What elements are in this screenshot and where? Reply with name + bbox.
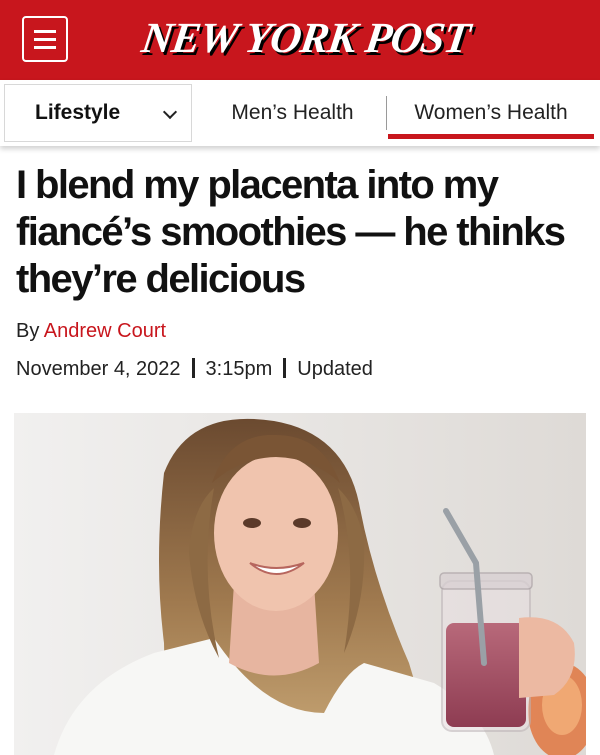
chevron-down-icon	[162, 104, 178, 120]
menu-line	[34, 37, 56, 41]
site-header: NEW YORK POST	[0, 0, 600, 80]
byline: By Andrew Court	[16, 320, 166, 343]
photo-illustration	[14, 413, 586, 755]
tab-divider	[386, 96, 387, 130]
active-tab-indicator	[388, 134, 594, 139]
site-logo[interactable]: NEW YORK POST	[139, 14, 473, 63]
tab-mens-health[interactable]: Men’s Health	[200, 84, 385, 142]
section-dropdown[interactable]: Lifestyle	[4, 84, 192, 142]
menu-line	[34, 29, 56, 33]
separator	[191, 358, 195, 378]
section-label: Lifestyle	[35, 101, 121, 124]
publish-date: November 4, 2022	[16, 358, 181, 380]
author-link[interactable]: Andrew Court	[44, 320, 166, 342]
hamburger-menu-icon[interactable]	[22, 16, 68, 62]
publish-time: 3:15pm	[205, 358, 273, 380]
article-photo[interactable]	[14, 413, 586, 755]
article-headline: I blend my placenta into my fiancé’s smo…	[16, 163, 566, 301]
dateline: November 4, 2022 3:15pm Updated	[16, 358, 373, 381]
updated-label: Updated	[297, 358, 373, 380]
byline-prefix: By	[16, 320, 40, 342]
menu-line	[34, 45, 56, 49]
separator	[283, 358, 287, 378]
